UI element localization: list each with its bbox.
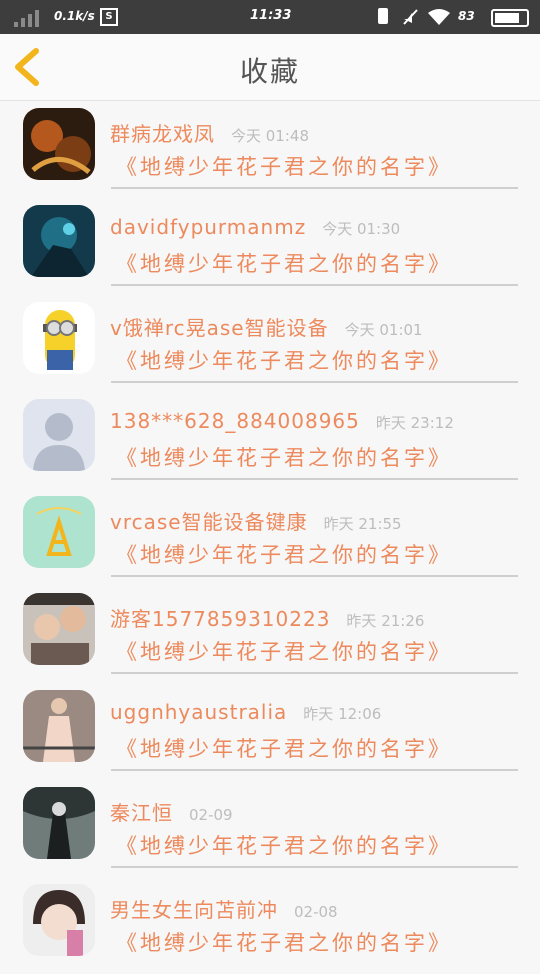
timestamp: 今天 01:30	[322, 220, 401, 238]
timestamp: 昨天 23:12	[375, 414, 454, 432]
timestamp: 昨天 21:26	[346, 612, 425, 630]
name-row: uggnhyaustralia 昨天 12:06	[110, 700, 381, 724]
avatar[interactable]	[23, 884, 95, 956]
favorite-title: 《地缚少年花子君之你的名字》	[116, 155, 452, 179]
app-header: 收藏	[0, 34, 540, 101]
divider	[111, 866, 518, 868]
favorite-title: 《地缚少年花子君之你的名字》	[116, 252, 452, 276]
list-item[interactable]: 男生女生向苫前冲 02-08 《地缚少年花子君之你的名字》	[0, 877, 540, 974]
battery-icon	[491, 9, 529, 27]
name-row: v饿禅rc晃ase智能设备 今天 01:01	[110, 312, 423, 341]
list-item[interactable]: vrcase智能设备键康 昨天 21:55 《地缚少年花子君之你的名字》	[0, 489, 540, 586]
network-speed: 0.1k/s	[54, 9, 95, 23]
list-item[interactable]: 群病龙戏凤 今天 01:48 《地缚少年花子君之你的名字》	[0, 101, 540, 198]
list-item[interactable]: 138***628_884008965 昨天 23:12 《地缚少年花子君之你的名…	[0, 392, 540, 489]
divider	[111, 284, 518, 286]
avatar[interactable]	[23, 593, 95, 665]
favorite-title: 《地缚少年花子君之你的名字》	[116, 543, 452, 567]
charging-icon	[378, 8, 388, 24]
divider	[111, 672, 518, 674]
list-item[interactable]: 秦江恒 02-09 《地缚少年花子君之你的名字》	[0, 780, 540, 877]
favorite-title: 《地缚少年花子君之你的名字》	[116, 446, 452, 470]
avatar[interactable]	[23, 205, 95, 277]
name-row: vrcase智能设备键康 昨天 21:55	[110, 506, 402, 535]
favorites-list: 群病龙戏凤 今天 01:48 《地缚少年花子君之你的名字》 davidfypurm…	[0, 101, 540, 974]
battery-percent: 83	[458, 9, 475, 23]
favorite-title: 《地缚少年花子君之你的名字》	[116, 349, 452, 373]
user-name: 男生女生向苫前冲	[110, 898, 278, 922]
divider	[111, 769, 518, 771]
wifi-icon	[428, 9, 450, 25]
name-row: 男生女生向苫前冲 02-08	[110, 894, 338, 923]
user-name: v饿禅rc晃ase智能设备	[110, 316, 329, 340]
list-item[interactable]: 游客1577859310223 昨天 21:26 《地缚少年花子君之你的名字》	[0, 586, 540, 683]
name-row: 秦江恒 02-09	[110, 797, 233, 826]
avatar[interactable]	[23, 302, 95, 374]
avatar[interactable]	[23, 496, 95, 568]
name-row: 群病龙戏凤 今天 01:48	[110, 118, 309, 147]
timestamp: 昨天 21:55	[323, 515, 402, 533]
status-bar: 0.1k/s S 11:33 83	[0, 0, 540, 34]
screenshot-icon: S	[100, 8, 118, 26]
divider	[111, 381, 518, 383]
user-name: 群病龙戏凤	[110, 122, 215, 146]
list-item[interactable]: uggnhyaustralia 昨天 12:06 《地缚少年花子君之你的名字》	[0, 683, 540, 780]
timestamp: 今天 01:48	[231, 127, 309, 145]
list-item[interactable]: v饿禅rc晃ase智能设备 今天 01:01 《地缚少年花子君之你的名字》	[0, 295, 540, 392]
user-name: davidfypurmanmz	[110, 215, 307, 239]
user-name: 秦江恒	[110, 801, 173, 825]
avatar[interactable]	[23, 690, 95, 762]
mute-icon	[403, 9, 418, 25]
avatar[interactable]	[23, 108, 95, 180]
favorite-title: 《地缚少年花子君之你的名字》	[116, 737, 452, 761]
user-name: 游客1577859310223	[110, 607, 331, 631]
list-item[interactable]: davidfypurmanmz 今天 01:30 《地缚少年花子君之你的名字》	[0, 198, 540, 295]
user-name: uggnhyaustralia	[110, 700, 288, 724]
timestamp: 02-08	[294, 903, 338, 921]
divider	[111, 575, 518, 577]
avatar[interactable]	[23, 787, 95, 859]
avatar[interactable]	[23, 399, 95, 471]
divider	[111, 478, 518, 480]
name-row: 游客1577859310223 昨天 21:26	[110, 603, 424, 632]
timestamp: 今天 01:01	[344, 321, 423, 339]
signal-icon	[14, 9, 44, 27]
favorite-title: 《地缚少年花子君之你的名字》	[116, 640, 452, 664]
divider	[111, 187, 518, 189]
timestamp: 02-09	[189, 806, 233, 824]
favorite-title: 《地缚少年花子君之你的名字》	[116, 834, 452, 858]
page-title: 收藏	[239, 55, 300, 88]
favorite-title: 《地缚少年花子君之你的名字》	[116, 931, 452, 955]
timestamp: 昨天 12:06	[303, 705, 382, 723]
user-name: 138***628_884008965	[110, 409, 360, 433]
name-row: davidfypurmanmz 今天 01:30	[110, 215, 400, 239]
user-name: vrcase智能设备键康	[110, 510, 308, 534]
clock: 11:33	[250, 8, 292, 23]
name-row: 138***628_884008965 昨天 23:12	[110, 409, 454, 433]
